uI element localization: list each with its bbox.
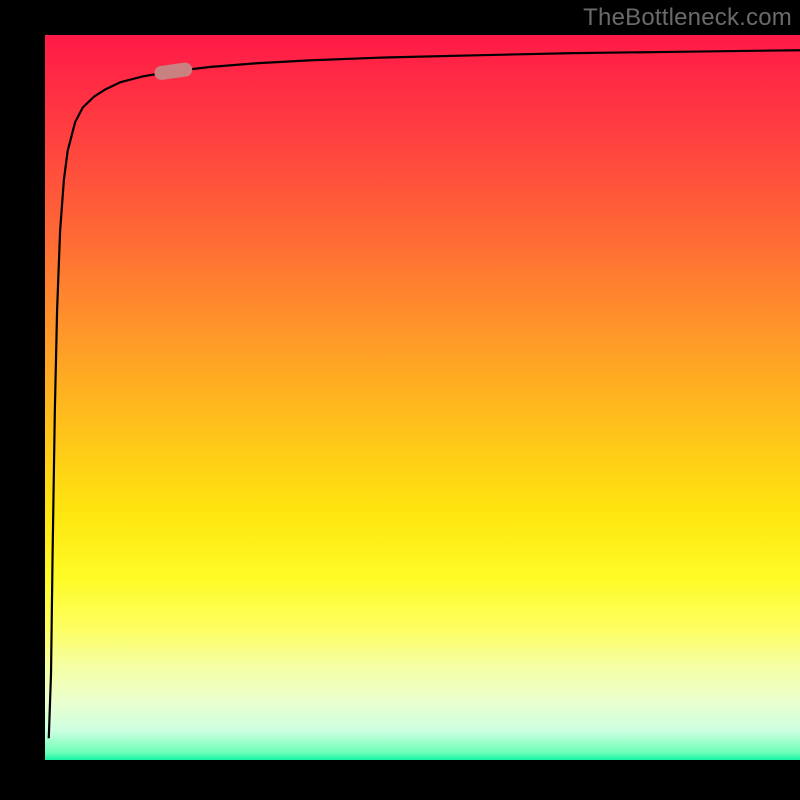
watermark-text: TheBottleneck.com [583,4,792,32]
bottleneck-curve-path [49,50,800,738]
curve-svg [45,35,800,760]
chart-frame: TheBottleneck.com [0,0,800,800]
curve-marker [154,62,194,81]
plot-area [45,35,800,760]
